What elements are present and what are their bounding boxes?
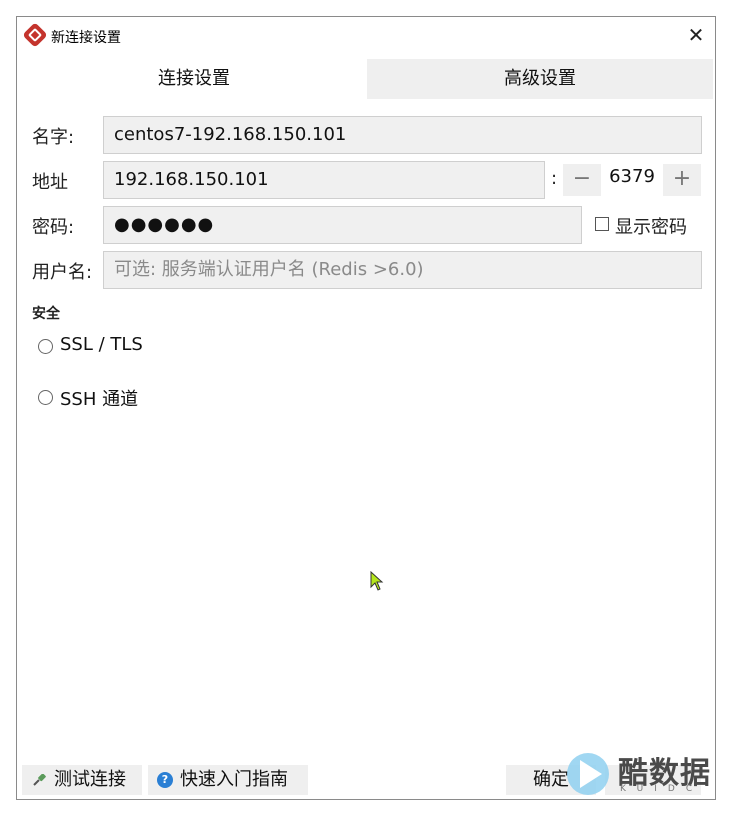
test-connection-label: 测试连接 <box>54 769 126 790</box>
ssh-tunnel-label[interactable]: SSH 通道 <box>60 385 138 411</box>
quick-start-guide-label: 快速入门指南 <box>180 769 288 790</box>
ssl-tls-label[interactable]: SSL / TLS <box>60 334 143 355</box>
ssl-tls-radio[interactable] <box>38 339 53 354</box>
tab-connection-settings[interactable]: 连接设置 <box>21 59 367 99</box>
address-label: 地址 <box>32 172 68 193</box>
address-input[interactable]: 192.168.150.101 <box>103 161 545 199</box>
watermark-subtext: KUIDC <box>620 784 704 794</box>
ssh-tunnel-radio[interactable] <box>38 390 53 405</box>
name-label: 名字: <box>32 127 75 148</box>
username-label: 用户名: <box>32 262 93 283</box>
redis-logo-icon <box>22 22 48 48</box>
username-input[interactable]: 可选: 服务端认证用户名 (Redis >6.0) <box>103 251 702 289</box>
watermark-logo-icon <box>567 753 609 795</box>
question-icon: ? <box>157 772 173 788</box>
password-label: 密码: <box>32 217 75 238</box>
tab-bar: 连接设置 高级设置 <box>21 59 713 99</box>
port-input[interactable]: 6379 <box>603 162 661 192</box>
security-section-title: 安全 <box>32 306 60 322</box>
test-connection-button[interactable]: 测试连接 <box>22 765 142 795</box>
show-password-checkbox[interactable] <box>595 217 609 231</box>
name-input[interactable]: centos7-192.168.150.101 <box>103 116 702 154</box>
plug-icon <box>33 774 46 786</box>
port-decrement-button[interactable]: − <box>563 164 601 196</box>
quick-start-guide-button[interactable]: ? 快速入门指南 <box>148 765 308 795</box>
title-bar: 新连接设置 ✕ <box>17 17 715 55</box>
address-port-separator: : <box>551 168 558 189</box>
watermark: 酷数据 KUIDC <box>566 748 716 800</box>
connection-dialog: 新连接设置 ✕ 连接设置 高级设置 名字: centos7-192.168.15… <box>16 16 716 800</box>
password-input[interactable]: ●●●●●● <box>103 206 582 244</box>
mouse-cursor-icon <box>370 571 384 591</box>
show-password-label[interactable]: 显示密码 <box>615 213 687 239</box>
tab-advanced-settings[interactable]: 高级设置 <box>367 59 713 99</box>
window-title: 新连接设置 <box>51 30 121 46</box>
close-button[interactable]: ✕ <box>683 23 709 49</box>
port-increment-button[interactable]: + <box>663 164 701 196</box>
